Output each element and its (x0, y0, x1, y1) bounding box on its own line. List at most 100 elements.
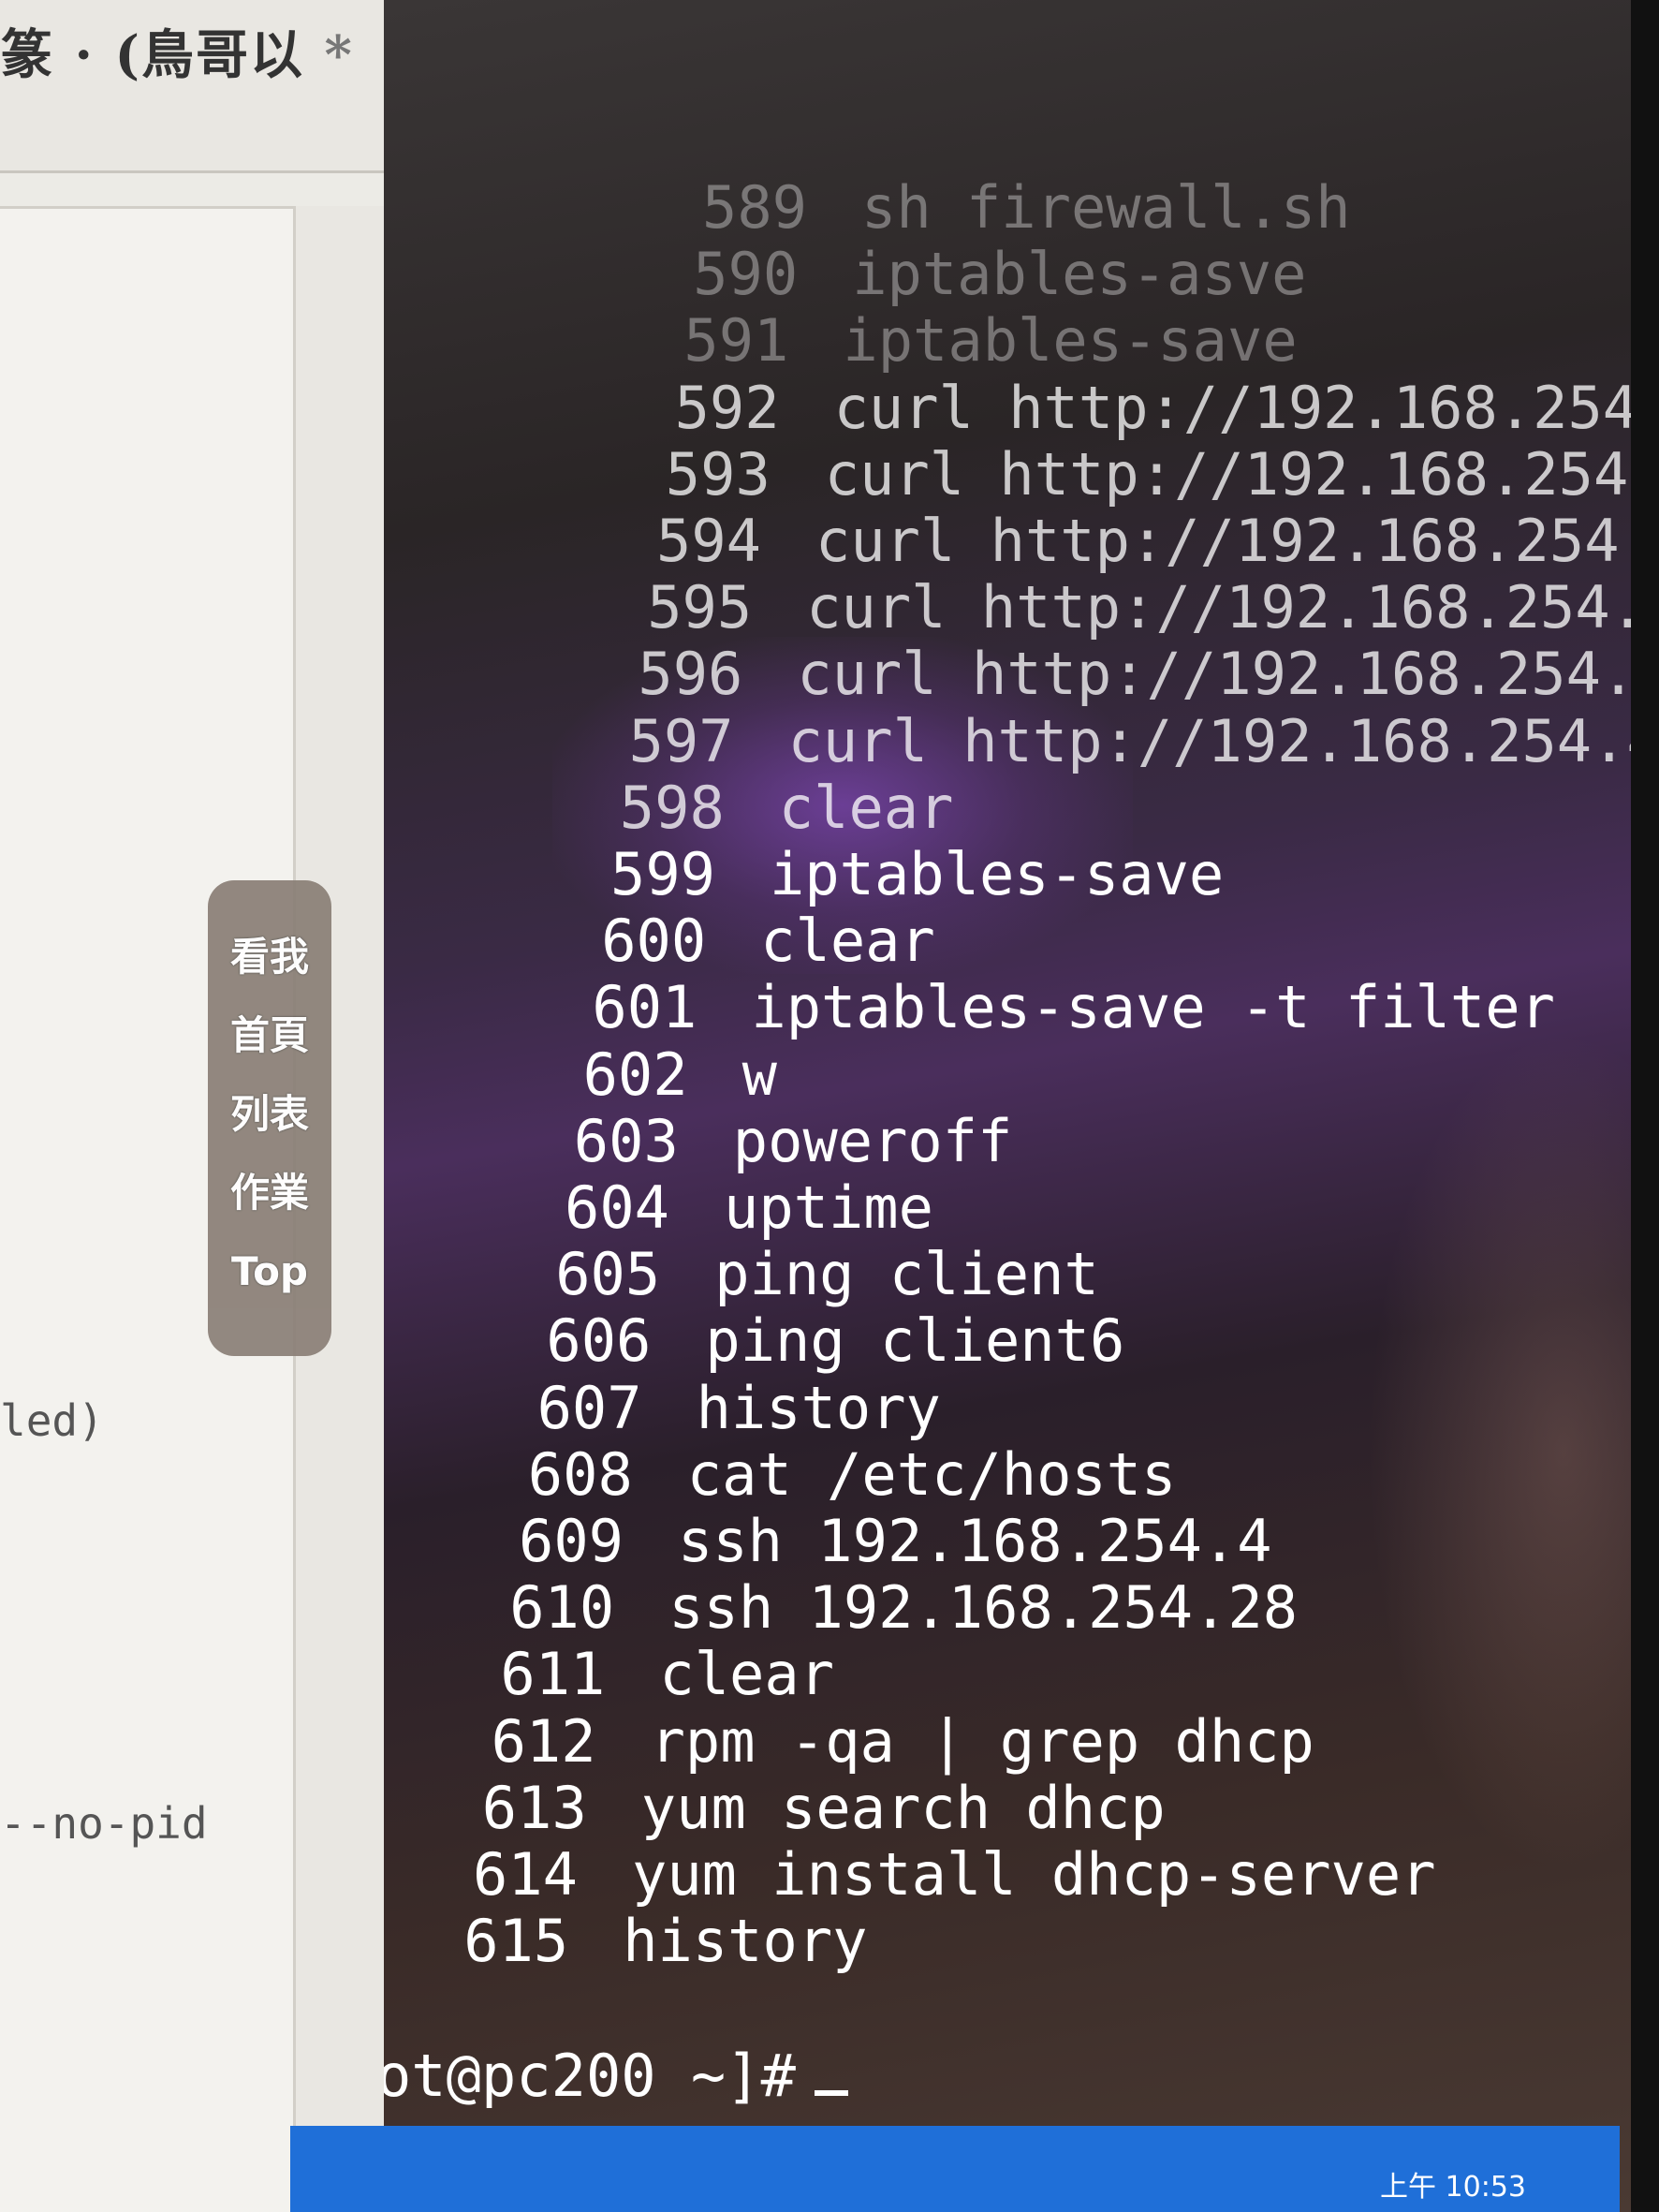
history-number: 601 (592, 973, 697, 1042)
taskbar-clock: 上午 10:53 (1380, 2171, 1526, 2204)
history-line: 592 curl http://192.168.254.31:8080 (675, 374, 1659, 442)
history-line: 603 poweroff (574, 1107, 1013, 1175)
history-command: w (741, 1040, 777, 1109)
history-number: 595 (647, 573, 753, 642)
title-suffix: * (324, 24, 354, 86)
sidenav-item-top[interactable]: Top (208, 1232, 331, 1311)
history-command: curl http://192.168.254.4:8080 (815, 507, 1659, 575)
history-command: iptables-asve (852, 240, 1307, 309)
screen-reflection (1367, 1030, 1659, 1873)
history-number: 590 (693, 240, 799, 309)
history-number: 597 (628, 706, 734, 775)
history-command: curl http://192.168.254.31:80 (806, 573, 1659, 642)
history-command: yum search dhcp (640, 1773, 1166, 1842)
history-command: cat /etc/hosts (686, 1439, 1177, 1509)
history-command: ping client (714, 1240, 1099, 1309)
history-line: 613 yum search dhcp (482, 1774, 1166, 1842)
history-command: sh firewall.sh (861, 173, 1351, 242)
history-number: 598 (619, 773, 725, 842)
history-command: history (696, 1373, 941, 1442)
history-command: ssh 192.168.254.4 (678, 1507, 1272, 1575)
history-line: 593 curl http://192.168.254.31:80 (666, 440, 1659, 509)
history-number: 591 (683, 306, 789, 376)
history-number: 599 (610, 840, 715, 908)
history-number: 608 (527, 1439, 633, 1509)
history-line: 601 iptables-save -t filter (592, 973, 1555, 1041)
history-line: 598 clear (620, 774, 954, 842)
history-line: 590 iptables-asve (693, 240, 1306, 308)
history-number: 615 (463, 1907, 569, 1976)
floating-side-nav: 看我 首頁 列表 作業 Top (208, 880, 331, 1356)
history-number: 613 (481, 1773, 587, 1842)
monitor-bezel (1631, 0, 1659, 2212)
history-number: 596 (638, 640, 743, 709)
history-line: 594 curl http://192.168.254.4:8080 (656, 507, 1659, 575)
history-line: 612 rpm -qa | grep dhcp (492, 1707, 1314, 1776)
history-command: iptables-save -t filter (751, 973, 1555, 1042)
page-snippet-led: led) (0, 1395, 104, 1446)
history-number: 594 (656, 507, 761, 575)
history-command: ping client6 (705, 1306, 1125, 1376)
history-line: 591 iptables-save (683, 306, 1297, 375)
history-line: 609 ssh 192.168.254.4 (519, 1507, 1272, 1575)
prompt-text: [root@pc200 ~]# (384, 2042, 796, 2110)
history-command: yum install dhcp-server (632, 1840, 1436, 1909)
taskbar: 上午 10:53 (290, 2126, 1620, 2212)
history-command: iptables-save (843, 306, 1298, 376)
history-line: 610 ssh 192.168.254.28 (509, 1573, 1298, 1642)
history-number: 611 (500, 1640, 606, 1709)
history-number: 589 (702, 173, 807, 242)
history-command: curl http://192.168.254.31:8080 (797, 640, 1659, 709)
history-line: 604 uptime (565, 1173, 933, 1242)
history-line: 611 clear (500, 1640, 834, 1708)
history-line: 600 clear (601, 907, 935, 975)
history-line: 608 cat /etc/hosts (528, 1440, 1177, 1509)
text-cursor (814, 2090, 848, 2096)
browser-window: 篆 · (鳥哥以 * led) --no-pid 看我 首頁 列表 作業 Top (0, 0, 412, 2212)
history-command: ssh 192.168.254.28 (668, 1573, 1299, 1643)
history-number: 592 (674, 373, 780, 442)
history-command: poweroff (732, 1106, 1013, 1175)
history-line: 614 yum install dhcp-server (473, 1840, 1436, 1909)
history-command: rpm -qa | grep dhcp (650, 1706, 1314, 1776)
history-line: 615 history (463, 1907, 867, 1975)
page-title-text: 篆 · (鳥哥以 (0, 24, 304, 86)
history-number: 614 (473, 1840, 578, 1909)
history-command: clear (760, 907, 935, 976)
history-command: iptables-save (770, 840, 1225, 908)
sidenav-item-homework[interactable]: 作業 (208, 1154, 331, 1232)
history-line: 597 curl http://192.168.254.4:8080 (629, 707, 1659, 775)
history-command: clear (659, 1640, 835, 1709)
history-command: uptime (724, 1173, 933, 1242)
shell-prompt[interactable]: [root@pc200 ~]# (384, 2042, 848, 2110)
history-command: curl http://192.168.254.4:8080 (787, 706, 1659, 775)
history-number: 610 (509, 1573, 615, 1643)
sidenav-item-home[interactable]: 首頁 (208, 996, 331, 1075)
sidenav-item-list[interactable]: 列表 (208, 1075, 331, 1154)
history-number: 604 (565, 1173, 669, 1242)
sidenav-item-look[interactable]: 看我 (208, 918, 331, 996)
history-number: 609 (519, 1507, 624, 1575)
history-number: 612 (491, 1706, 596, 1776)
history-line: 605 ping client (555, 1240, 1099, 1308)
history-line: 599 iptables-save (610, 840, 1224, 908)
history-line: 596 curl http://192.168.254.31:8080 (638, 640, 1659, 708)
history-line: 595 curl http://192.168.254.31:80 (647, 573, 1659, 641)
history-command: history (623, 1907, 868, 1976)
terminal-window[interactable]: 589 sh firewall.sh 590 iptables-asve 591 ipta… (384, 0, 1659, 2212)
history-number: 600 (601, 907, 707, 976)
content-strip (0, 173, 412, 206)
history-command: curl http://192.168.254.31:8080 (833, 373, 1659, 442)
history-line: 606 ping client6 (546, 1306, 1124, 1375)
history-number: 606 (546, 1306, 652, 1376)
browser-page-title: 篆 · (鳥哥以 * (0, 13, 412, 89)
history-number: 607 (536, 1373, 642, 1442)
history-line: 602 w (583, 1040, 777, 1109)
history-number: 603 (573, 1106, 679, 1175)
history-line: 607 history (537, 1374, 941, 1442)
history-number: 605 (555, 1240, 661, 1309)
history-number: 602 (582, 1040, 688, 1109)
history-line: 589 sh firewall.sh (702, 173, 1351, 242)
history-number: 593 (665, 439, 771, 509)
page-snippet-nopid: --no-pid (0, 1798, 208, 1849)
